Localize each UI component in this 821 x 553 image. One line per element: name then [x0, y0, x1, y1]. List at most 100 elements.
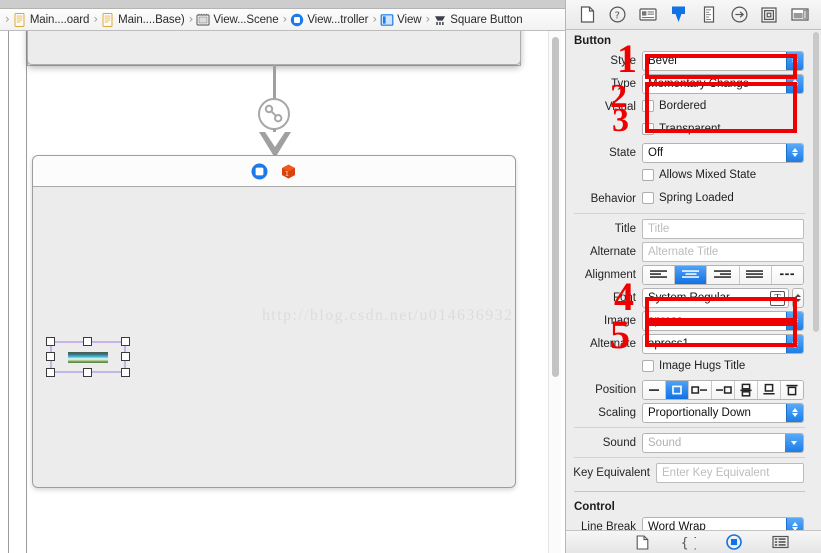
style-dropdown-arrows[interactable]: [786, 51, 803, 70]
state-dropdown-arrows[interactable]: [786, 143, 803, 162]
title-input[interactable]: Title: [642, 218, 804, 239]
bordered-checkbox[interactable]: [642, 99, 654, 112]
font-row: Font System Regular T: [566, 287, 813, 308]
image-dropdown-arrows[interactable]: [786, 311, 803, 330]
key-equivalent-input[interactable]: Enter Key Equivalent: [656, 462, 804, 483]
breadcrumb-item-storyboard[interactable]: Main....oard: [13, 9, 91, 30]
inspector-vertical-scrollbar[interactable]: [812, 32, 820, 528]
breadcrumb-item-storyboard-base[interactable]: Main....Base): [101, 9, 185, 30]
storyboard-canvas[interactable]: 1 http://blog.csdn.net/u014636932: [0, 31, 565, 553]
image-hugs-title-checkbox[interactable]: [642, 359, 654, 372]
segue-arrowhead-notch: [265, 132, 285, 147]
view-controller-dock-icon[interactable]: [251, 163, 268, 180]
spring-loaded-checkbox[interactable]: [642, 191, 654, 204]
transparent-checkbox-row[interactable]: Transparent: [642, 119, 804, 138]
code-snippet-library-icon[interactable]: { }: [678, 534, 698, 550]
resize-handle-top-right[interactable]: [121, 337, 130, 346]
alternate-title-input[interactable]: Alternate Title: [642, 241, 804, 262]
breadcrumb-item-view-controller[interactable]: View...troller: [290, 9, 369, 30]
position-segmented-control[interactable]: [642, 379, 804, 400]
breadcrumb-item-label: Main....oard: [29, 13, 90, 26]
media-library-icon[interactable]: [770, 534, 790, 550]
style-dropdown[interactable]: Bevel: [642, 50, 804, 71]
canvas-vertical-scrollbar[interactable]: [548, 31, 561, 553]
connections-inspector-tab[interactable]: [728, 5, 750, 25]
attributes-inspector-tab[interactable]: [667, 5, 689, 25]
allows-mixed-state-checkbox[interactable]: [642, 168, 654, 181]
sound-row: Sound Sound: [566, 432, 813, 453]
type-dropdown[interactable]: Momentary Change: [642, 73, 804, 94]
scaling-dropdown[interactable]: Proportionally Down: [642, 402, 804, 423]
image-hugs-title-checkbox-row[interactable]: Image Hugs Title: [642, 356, 804, 375]
view-icon: [380, 13, 394, 26]
allows-mixed-state-checkbox-row[interactable]: Allows Mixed State: [642, 165, 804, 184]
inspector-scrollbar-thumb[interactable]: [813, 32, 819, 332]
font-field[interactable]: System Regular T: [642, 287, 789, 308]
align-center-segment[interactable]: [675, 265, 708, 284]
position-image-right-segment[interactable]: [712, 380, 735, 399]
type-label: Type: [611, 77, 636, 90]
sound-dropdown-arrow[interactable]: [785, 433, 803, 452]
key-equivalent-placeholder: Enter Key Equivalent: [662, 466, 770, 479]
selected-square-button[interactable]: [46, 337, 130, 377]
position-image-only-segment[interactable]: [666, 380, 689, 399]
image-value: apress: [648, 314, 683, 327]
file-inspector-tab[interactable]: [576, 5, 598, 25]
scene-dock: 1: [33, 156, 515, 187]
image-combo[interactable]: apress: [642, 310, 804, 331]
object-library-icon[interactable]: [724, 534, 744, 550]
attributes-inspector-panel: ? Button Style Bevel Type Momentary Chan…: [565, 0, 821, 553]
state-label: State: [609, 146, 636, 159]
font-size-stepper[interactable]: [792, 287, 804, 308]
spring-loaded-checkbox-row[interactable]: Spring Loaded: [642, 188, 804, 207]
align-left-segment[interactable]: [643, 265, 676, 284]
effects-inspector-tab[interactable]: [789, 5, 811, 25]
state-dropdown[interactable]: Off: [642, 142, 804, 163]
resize-handle-middle-right[interactable]: [121, 352, 130, 361]
resize-handle-top-center[interactable]: [83, 337, 92, 346]
canvas-scrollbar-thumb[interactable]: [552, 37, 559, 377]
resize-handle-bottom-right[interactable]: [121, 368, 130, 377]
svg-text:{ }: { }: [681, 535, 697, 549]
alternate-image-combo[interactable]: apress1: [642, 333, 804, 354]
alternate-image-value: apress1: [648, 337, 689, 350]
position-image-above-segment[interactable]: [735, 380, 758, 399]
identity-inspector-tab[interactable]: [637, 5, 659, 25]
breadcrumb-separator: ›: [188, 12, 194, 26]
bindings-inspector-tab[interactable]: [758, 5, 780, 25]
first-responder-dock-icon[interactable]: 1: [280, 163, 297, 180]
chevron-up-icon: [792, 78, 798, 83]
bordered-checkbox-row[interactable]: Bordered: [642, 96, 804, 115]
quick-help-inspector-tab[interactable]: ?: [607, 5, 629, 25]
position-image-only-icon: [672, 385, 682, 394]
line-break-dropdown[interactable]: Word Wrap: [642, 516, 804, 530]
align-justify-segment[interactable]: [739, 265, 772, 284]
align-right-segment[interactable]: [707, 265, 740, 284]
previous-scene[interactable]: [27, 31, 521, 65]
sound-combo[interactable]: Sound: [642, 432, 804, 453]
resize-handle-bottom-left[interactable]: [46, 368, 55, 377]
segue-badge[interactable]: [258, 98, 290, 130]
file-template-library-icon[interactable]: [632, 534, 652, 550]
align-natural-segment[interactable]: [771, 265, 803, 284]
breadcrumb-item-scene[interactable]: View...Scene: [196, 9, 279, 30]
font-picker-icon[interactable]: T: [770, 290, 785, 306]
position-image-below-segment[interactable]: [758, 380, 781, 399]
alignment-segmented-control[interactable]: [642, 264, 804, 285]
breadcrumb-item-square-button[interactable]: Square Button: [433, 9, 523, 30]
size-inspector-tab[interactable]: [698, 5, 720, 25]
resize-handle-bottom-center[interactable]: [83, 368, 92, 377]
scaling-dropdown-arrows[interactable]: [786, 403, 803, 422]
transparent-checkbox[interactable]: [642, 122, 654, 135]
alternate-image-dropdown-arrows[interactable]: [786, 334, 803, 353]
line-break-dropdown-arrows[interactable]: [786, 517, 803, 530]
font-value: System Regular: [648, 291, 730, 304]
breadcrumb-item-view[interactable]: View: [380, 9, 422, 30]
type-dropdown-arrows[interactable]: [786, 74, 803, 93]
resize-handle-top-left[interactable]: [46, 337, 55, 346]
image-hugs-title-label: Image Hugs Title: [659, 359, 746, 372]
resize-handle-middle-left[interactable]: [46, 352, 55, 361]
position-image-left-segment[interactable]: [689, 380, 712, 399]
position-image-overlaps-segment[interactable]: [781, 380, 803, 399]
position-none-segment[interactable]: [643, 380, 666, 399]
